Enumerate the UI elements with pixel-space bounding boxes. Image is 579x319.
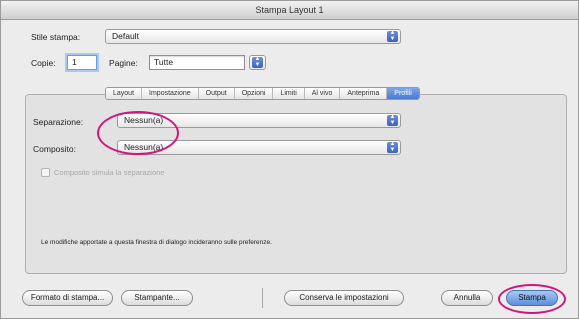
separation-label: Separazione: xyxy=(33,117,84,127)
tab-impostazione[interactable]: Impostazione xyxy=(142,88,199,99)
updown-arrows-icon: ▲ ▼ xyxy=(387,141,398,153)
page-setup-button[interactable]: Formato di stampa... xyxy=(22,290,113,306)
composite-profile-select[interactable]: Nessun(a) ▲ ▼ xyxy=(117,140,401,155)
tab-anteprima[interactable]: Anteprima xyxy=(340,88,388,99)
pages-select[interactable]: ▲ ▼ xyxy=(249,55,266,70)
window-title: Stampa Layout 1 xyxy=(1,1,578,20)
composite-label: Composito: xyxy=(33,144,76,154)
preferences-note: Le modifiche apportate a questa finestra… xyxy=(41,239,272,246)
separation-value: Nessun(a) xyxy=(124,115,164,125)
button-separator xyxy=(262,288,263,308)
printer-button[interactable]: Stampante... xyxy=(121,290,193,306)
tab-bar: Layout Impostazione Output Opzioni Limit… xyxy=(105,87,420,100)
save-settings-button[interactable]: Conserva le impostazioni xyxy=(284,290,404,306)
tab-output[interactable]: Output xyxy=(198,88,235,99)
print-dialog-window: Stampa Layout 1 Stile stampa: Default ▲ ▼… xyxy=(0,0,579,319)
print-style-value: Default xyxy=(112,31,139,41)
tab-al-vivo[interactable]: Al vivo xyxy=(304,88,341,99)
cancel-button[interactable]: Annulla xyxy=(441,290,493,306)
pages-label: Pagine: xyxy=(109,58,138,68)
tab-layout[interactable]: Layout xyxy=(106,88,143,99)
updown-arrows-icon: ▲ ▼ xyxy=(387,30,398,42)
tab-limiti[interactable]: Limiti xyxy=(273,88,305,99)
print-style-label: Stile stampa: xyxy=(31,32,81,42)
separation-profile-select[interactable]: Nessun(a) ▲ ▼ xyxy=(117,113,401,128)
simulate-separation-label: Composito simula la separazione xyxy=(54,168,165,177)
tab-profili[interactable]: Profili xyxy=(387,88,419,99)
composite-value: Nessun(a) xyxy=(124,142,164,152)
copies-field[interactable]: 1 xyxy=(67,55,97,70)
simulate-separation-checkbox[interactable] xyxy=(41,168,50,177)
tab-opzioni[interactable]: Opzioni xyxy=(234,88,274,99)
print-style-select[interactable]: Default ▲ ▼ xyxy=(105,29,401,44)
pages-field[interactable]: Tutte xyxy=(149,55,245,70)
updown-arrows-icon: ▲ ▼ xyxy=(252,56,263,68)
print-button[interactable]: Stampa xyxy=(506,290,558,306)
copies-label: Copie: xyxy=(31,58,56,68)
updown-arrows-icon: ▲ ▼ xyxy=(387,114,398,126)
